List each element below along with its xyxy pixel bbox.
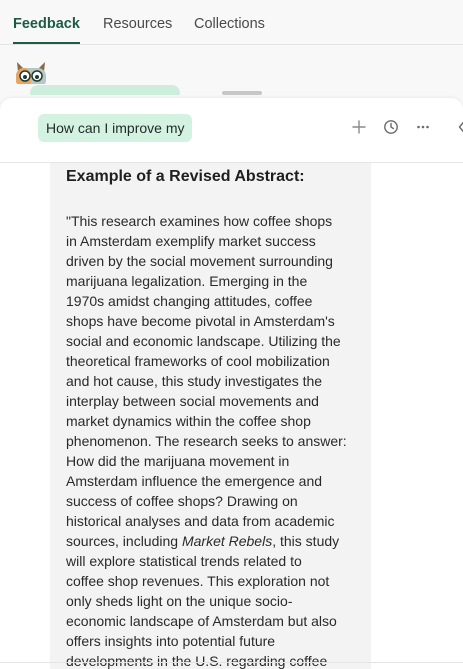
- text-line: only sheds light on the unique socio-: [66, 593, 293, 609]
- previous-message-bubble: [30, 85, 180, 95]
- revised-abstract-text: "This research examines how coffee shops…: [66, 211, 362, 669]
- response-content: Example of a Revised Abstract: "This res…: [50, 163, 371, 669]
- response-heading: Example of a Revised Abstract:: [66, 168, 305, 185]
- text-line: How did the marijuana movement in: [66, 453, 290, 469]
- text-line: shops have become pivotal in Amsterdam's: [66, 313, 335, 329]
- text-line: market dynamics within the coffee shop: [66, 413, 311, 429]
- italic-title: Market Rebels: [181, 533, 273, 549]
- text-line: theoretical frameworks of cool mobilizat…: [66, 353, 330, 369]
- text-line: Amsterdam influence the emergence and: [66, 473, 323, 489]
- text-line-with-italic: sources, including Market Rebels, this s…: [66, 531, 362, 551]
- text-line: offers insights into potential future: [66, 633, 276, 649]
- panel-header: How can I improve my: [0, 98, 463, 163]
- text-line: interplay between social movements and: [66, 393, 319, 409]
- text-line: marijuana legalization. Emerging in the: [66, 273, 308, 289]
- collapse-icon[interactable]: [452, 118, 463, 136]
- tab-feedback[interactable]: Feedback: [13, 15, 80, 33]
- text-line: phenomenon. The research seeks to answer…: [66, 433, 347, 449]
- bottom-divider: [0, 662, 463, 663]
- plus-icon[interactable]: [350, 118, 368, 136]
- cat-avatar-icon[interactable]: [14, 60, 48, 88]
- text-line: in Amsterdam exemplify market success: [66, 233, 316, 249]
- sheet-drag-handle[interactable]: [222, 91, 262, 95]
- more-icon[interactable]: [414, 118, 432, 136]
- text-line: driven by the social movement surroundin…: [66, 253, 333, 269]
- query-chip[interactable]: How can I improve my: [38, 114, 193, 142]
- text-fragment: , this study: [272, 533, 340, 549]
- text-line: coffee shop revenues. This exploration n…: [66, 573, 330, 589]
- tab-collections[interactable]: Collections: [194, 15, 265, 33]
- text-fragment: sources, including: [66, 533, 182, 549]
- top-tab-bar: Feedback Resources Collections: [0, 0, 463, 45]
- chat-panel: How can I improve my Example of a Revise…: [0, 98, 463, 669]
- text-line: historical analyses and data from academ…: [66, 513, 335, 529]
- active-tab-indicator: [13, 42, 80, 44]
- history-icon[interactable]: [382, 118, 400, 136]
- text-line: social and economic landscape. Utilizing…: [66, 333, 341, 349]
- text-line: economic landscape of Amsterdam but also: [66, 613, 337, 629]
- tab-resources[interactable]: Resources: [103, 15, 172, 33]
- text-line: 1970s amidst changing attitudes, coffee: [66, 293, 313, 309]
- text-line: will explore statistical trends related …: [66, 553, 302, 569]
- text-line: success of coffee shops? Drawing on: [66, 493, 298, 509]
- text-line: "This research examines how coffee shops: [66, 213, 333, 229]
- text-line: and hot cause, this study investigates t…: [66, 373, 323, 389]
- text-line: developments in the U.S. regarding coffe…: [66, 653, 328, 669]
